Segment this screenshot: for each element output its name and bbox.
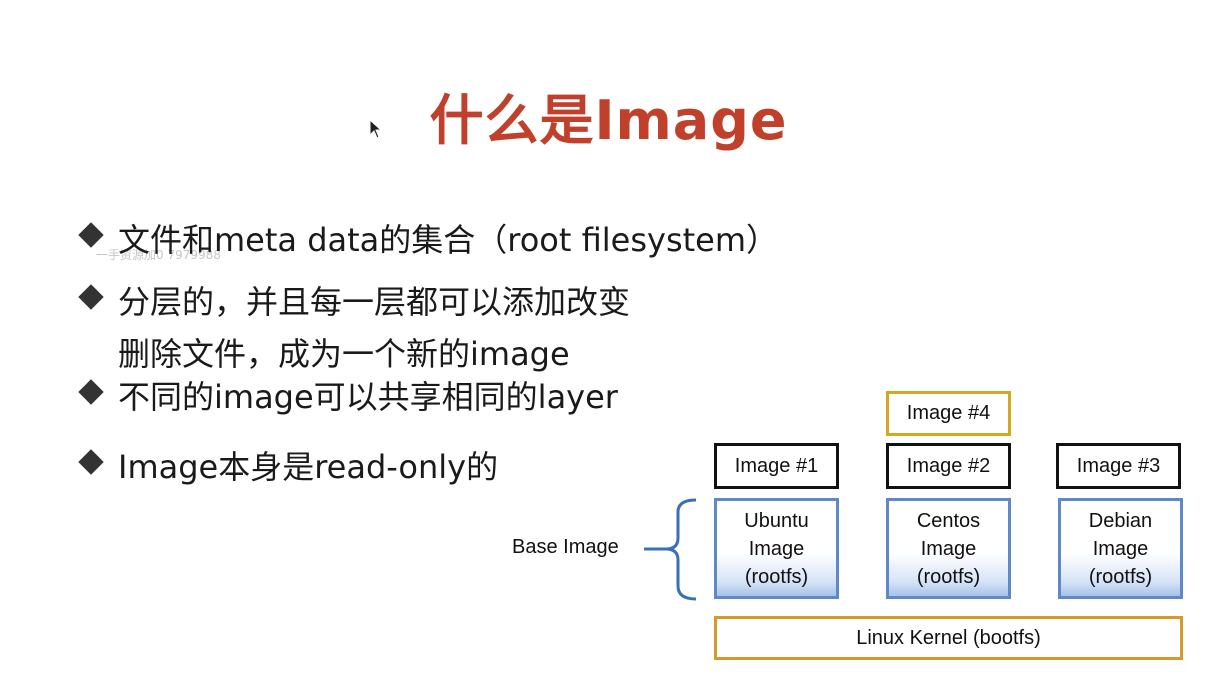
bullet-item: 不同的image可以共享相同的layer [78,371,618,423]
base-image-label: Base Image [512,536,619,558]
diamond-bullet-icon [78,449,104,475]
bullet-item: 分层的，并且每一层都可以添加改变 删除文件，成为一个新的image [78,276,630,380]
bullet-line: 不同的image可以共享相同的layer [118,378,618,416]
bullet-item: 文件和meta data的集合（root filesystem） [78,214,778,266]
image-3-box: Image #3 [1056,443,1181,489]
debian-base-image-box: Debian Image (rootfs) [1058,498,1183,599]
base-image-line: Ubuntu [744,510,809,532]
bullet-line: Image本身是read-only的 [118,448,499,486]
base-image-line: Image [920,538,977,560]
linux-kernel-box: Linux Kernel (bootfs) [714,616,1183,660]
slide-title: 什么是Image [429,89,788,152]
bullet-line: 分层的，并且每一层都可以添加改变 [118,283,631,321]
base-image-line: (rootfs) [1088,566,1153,588]
base-image-line: (rootfs) [916,566,981,588]
diamond-bullet-icon [78,379,104,405]
diamond-bullet-icon [78,222,104,248]
base-image-line: Debian [1088,510,1153,532]
ubuntu-base-image-box: Ubuntu Image (rootfs) [714,498,839,599]
diamond-bullet-icon [78,284,104,310]
bullet-line: 文件和meta data的集合（root filesystem） [118,221,779,259]
image-4-box: Image #4 [886,391,1011,436]
base-image-line: (rootfs) [744,566,809,588]
image-1-box: Image #1 [714,443,839,489]
bullet-text: 分层的，并且每一层都可以添加改变 删除文件，成为一个新的image [118,276,630,380]
slide: 什么是Image 一手资源加0 7979988 文件和meta data的集合（… [0,0,1217,694]
base-image-line: Centos [916,510,981,532]
bullet-text: 不同的image可以共享相同的layer [118,371,618,423]
bullet-text: Image本身是read-only的 [118,441,498,493]
image-2-box: Image #2 [886,443,1011,489]
base-image-line: Image [748,538,805,560]
bullet-text: 文件和meta data的集合（root filesystem） [118,214,778,266]
curly-brace-icon [644,498,697,601]
centos-base-image-box: Centos Image (rootfs) [886,498,1011,599]
bullet-item: Image本身是read-only的 [78,441,498,493]
base-image-line: Image [1092,538,1149,560]
